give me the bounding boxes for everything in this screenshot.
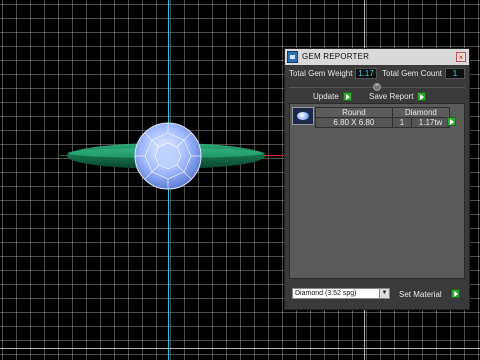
- material-row: Diamond (3.52 spg) ▼ Set Material: [289, 287, 465, 301]
- close-icon[interactable]: ×: [456, 52, 466, 62]
- chevron-down-icon[interactable]: ▼: [379, 289, 389, 298]
- column-header-shape: Round: [315, 107, 393, 118]
- set-material-label: Set Material: [399, 290, 442, 299]
- row-go-button[interactable]: [447, 117, 456, 126]
- update-label: Update: [313, 92, 339, 101]
- collapse-divider: ^: [289, 83, 465, 91]
- gem-reporter-logo-icon: [287, 51, 298, 63]
- material-select-value: Diamond (3.52 spg): [295, 290, 357, 297]
- round-diamond-gem[interactable]: [134, 122, 202, 190]
- total-gem-weight-value: 1.17: [355, 68, 377, 79]
- material-select[interactable]: Diamond (3.52 spg) ▼: [292, 288, 390, 299]
- table-row[interactable]: 6.80 X 6.80 1 1.17tw: [315, 117, 450, 128]
- total-gem-weight-label: Total Gem Weight: [289, 69, 353, 78]
- column-header-material: Diamond: [391, 107, 451, 118]
- panel-titlebar[interactable]: GEM REPORTER ×: [285, 49, 469, 65]
- save-report-button[interactable]: [417, 92, 426, 101]
- gem-list-table: Round Diamond 6.80 X 6.80 1 1.17tw: [315, 107, 451, 128]
- gem-size-cell: 6.80 X 6.80: [315, 117, 393, 128]
- panel-title: GEM REPORTER: [302, 52, 370, 61]
- save-report-label: Save Report: [369, 92, 414, 101]
- total-gem-count-label: Total Gem Count: [382, 69, 443, 78]
- gem-weight-cell: 1.17tw: [411, 117, 450, 128]
- gem-list[interactable]: Round Diamond 6.80 X 6.80 1 1.17tw: [289, 103, 465, 279]
- gem-thumbnail-icon[interactable]: [292, 107, 314, 125]
- action-row: Update Save Report: [289, 91, 465, 103]
- totals-row: Total Gem Weight 1.17 Total Gem Count 1: [289, 68, 465, 80]
- collapse-toggle-icon[interactable]: ^: [373, 83, 381, 91]
- gem-count-cell: 1: [391, 117, 413, 128]
- total-gem-count-value: 1: [445, 68, 465, 79]
- update-button[interactable]: [343, 92, 352, 101]
- set-material-button[interactable]: [451, 289, 460, 298]
- gem-reporter-panel: GEM REPORTER × Total Gem Weight 1.17 Tot…: [284, 48, 470, 310]
